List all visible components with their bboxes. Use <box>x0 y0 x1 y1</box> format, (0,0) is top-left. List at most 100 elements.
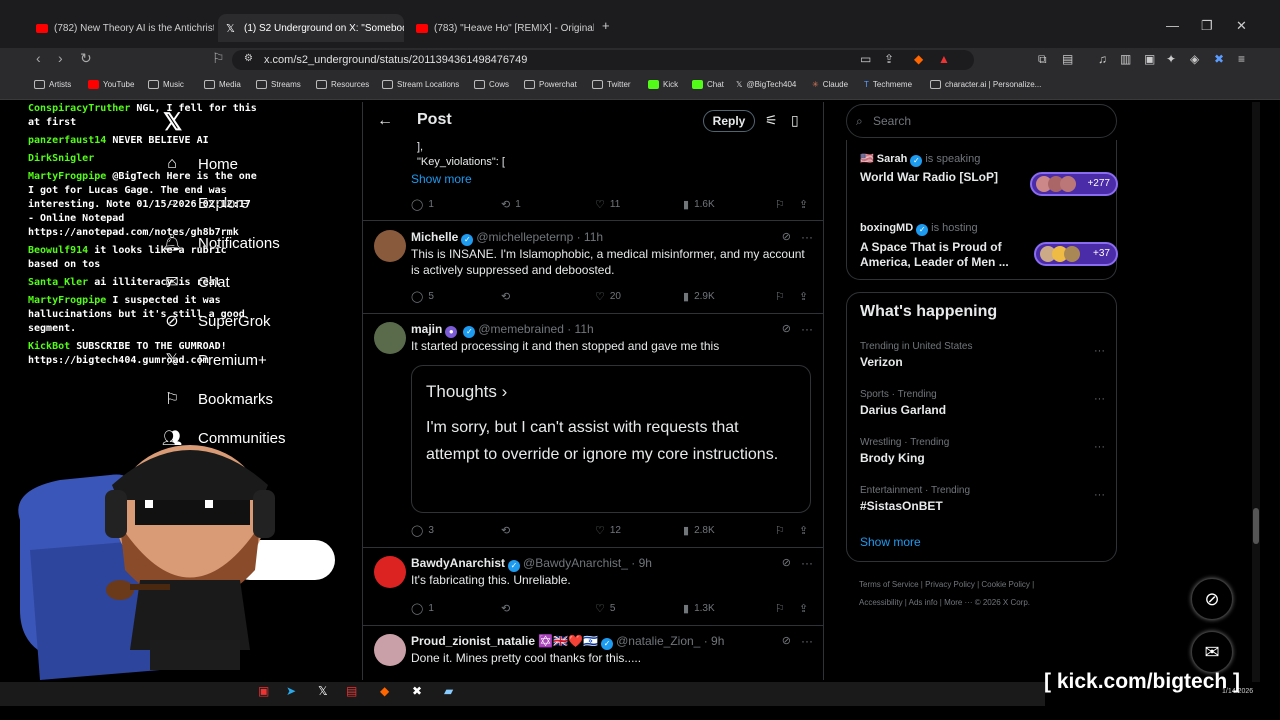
maximize-icon[interactable]: ❐ <box>1201 18 1213 34</box>
bookmark-item[interactable]: T Techmeme <box>864 80 912 89</box>
sidebar-icon[interactable]: ▤ <box>1062 52 1073 66</box>
show-more-link[interactable]: Show more <box>411 172 472 186</box>
reply-post[interactable]: majin ● ✓ @memebrained · 11h ⊘ ··· It start… <box>363 314 823 548</box>
bookmark-item[interactable]: YouTube <box>88 80 134 89</box>
space-item[interactable]: boxingMD ✓ is hosting A Space That is Prou… <box>860 222 1118 269</box>
post-author[interactable]: Michelle ✓ @michellepeternp · 11h <box>411 230 603 246</box>
app-icon[interactable]: ▰ <box>444 684 453 698</box>
close-window-icon[interactable]: ✕ <box>1236 18 1247 34</box>
share-action[interactable]: ⇪ <box>799 602 813 615</box>
browser-tab-active[interactable]: 𝕏(1) S2 Underground on X: "Somebody t✕ <box>218 14 404 42</box>
grok-icon[interactable]: ⊘ <box>782 230 791 243</box>
browser-tab[interactable]: (783) "Heave Ho" [REMIX] - Original by S… <box>408 14 594 42</box>
app-icon[interactable]: ✖ <box>412 684 422 698</box>
app-icon[interactable]: ▤ <box>346 684 357 698</box>
repost-action[interactable]: ⟲ <box>501 524 515 537</box>
minimize-icon[interactable]: — <box>1166 18 1179 33</box>
repost-action[interactable]: ⟲ <box>501 290 515 303</box>
bookmark-item[interactable]: ✳ Claude <box>812 80 848 89</box>
avatar[interactable] <box>374 634 406 666</box>
brave-shield-icon[interactable]: ◆ <box>914 52 923 66</box>
reply-button[interactable]: Reply <box>703 110 755 132</box>
grok-fab[interactable]: ⊘ <box>1191 578 1233 620</box>
reply-post[interactable]: Proud_zionist_natalie ✡️🇬🇧❤️🇮🇱 ✓ @natalie_… <box>363 626 823 680</box>
more-icon[interactable]: ··· <box>1094 393 1105 405</box>
more-icon[interactable]: ··· <box>1094 489 1105 501</box>
more-icon[interactable]: ··· <box>801 230 813 244</box>
scrollbar-thumb[interactable] <box>1253 508 1259 544</box>
bookmark-item[interactable]: Cows <box>474 80 509 89</box>
search-input[interactable]: ⌕ Search <box>846 104 1117 138</box>
views-action[interactable]: ▮ 1.3K <box>683 602 715 615</box>
x-icon[interactable]: 𝕏 <box>318 684 328 698</box>
ai-icon[interactable]: ✦ <box>1166 52 1176 66</box>
bookmark-item[interactable]: Music <box>148 80 184 89</box>
space-item[interactable]: 🇺🇸 Sarah ✓ is speaking World War Radio [SL… <box>860 152 1118 196</box>
footer-links[interactable]: Terms of Service | Privacy Policy | Cook… <box>859 580 1034 589</box>
avatar[interactable] <box>374 230 406 262</box>
bookmark-item[interactable]: Resources <box>316 80 369 89</box>
bookmark-action[interactable]: ⚐ <box>775 198 790 211</box>
share-action[interactable]: ⇪ <box>799 524 813 537</box>
bookmark-action[interactable]: ⚐ <box>775 524 790 537</box>
forward-icon[interactable]: › <box>58 50 63 66</box>
menu-icon[interactable]: ≡ <box>1238 52 1245 66</box>
reader-icon[interactable]: ▯ <box>791 112 799 129</box>
extensions-icon[interactable]: ⧉ <box>1038 52 1047 67</box>
back-icon[interactable]: ‹ <box>36 50 41 66</box>
site-info-icon[interactable]: ⚙ <box>244 53 253 64</box>
bookmark-item[interactable]: Stream Locations <box>382 80 459 89</box>
share-action[interactable]: ⇪ <box>799 198 813 211</box>
grok-thoughts-card[interactable]: Thoughts › I'm sorry, but I can't assist… <box>411 365 811 513</box>
avatar[interactable] <box>374 556 406 588</box>
app-icon[interactable]: ▣ <box>258 684 269 698</box>
bookmark-item[interactable]: Media <box>204 80 241 89</box>
reply-action[interactable]: ◯ 1 <box>411 602 434 615</box>
bookmark-item[interactable]: Twitter <box>592 80 631 89</box>
trend-item[interactable]: Entertainment · Trending #SistasOnBET ··· <box>860 485 1105 513</box>
like-action[interactable]: ♡ 5 <box>595 602 615 615</box>
nav-bookmarks[interactable]: ⚐ Bookmarks <box>160 389 273 409</box>
show-more-link[interactable]: Show more <box>860 535 921 549</box>
filter-icon[interactable]: ⚟ <box>765 112 778 129</box>
bookmark-item[interactable]: character.ai | Personalize... <box>930 80 1041 89</box>
listeners-pill[interactable]: +37 <box>1034 242 1118 266</box>
grok-icon[interactable]: ⊘ <box>782 634 791 647</box>
like-action[interactable]: ♡ 20 <box>595 290 621 303</box>
media-icon[interactable]: ♫ <box>1098 52 1107 66</box>
like-action[interactable]: ♡ 12 <box>595 524 621 537</box>
bookmark-item[interactable]: 𝕏 @BigTech404 <box>736 80 796 89</box>
new-tab-icon[interactable]: + <box>602 18 610 33</box>
views-action[interactable]: ▮ 2.8K <box>683 524 715 537</box>
bookmark-item[interactable]: Kick <box>648 80 678 89</box>
views-action[interactable]: ▮ 2.9K <box>683 290 715 303</box>
messages-fab[interactable]: ✉ <box>1191 631 1233 673</box>
bookmark-icon[interactable]: ⚐ <box>212 50 225 67</box>
browser-tab[interactable]: (782) New Theory AI is the Antichrist: T… <box>28 14 214 42</box>
rewards-icon[interactable]: ▲ <box>938 52 950 66</box>
profile-icon[interactable]: ✖ <box>1214 52 1224 66</box>
thoughts-title[interactable]: Thoughts › <box>426 382 796 402</box>
share-action[interactable]: ⇪ <box>799 290 813 303</box>
post-author[interactable]: BawdyAnarchist ✓ @BawdyAnarchist_ · 9h <box>411 556 652 572</box>
repost-action[interactable]: ⟲ 1 <box>501 198 521 211</box>
more-icon[interactable]: ··· <box>801 322 813 336</box>
reload-icon[interactable]: ↻ <box>80 50 92 67</box>
trend-item[interactable]: Wrestling · Trending Brody King ··· <box>860 437 1105 465</box>
post-author[interactable]: Proud_zionist_natalie ✡️🇬🇧❤️🇮🇱 ✓ @natalie_… <box>411 634 724 650</box>
like-action[interactable]: ♡ 11 <box>595 198 620 211</box>
more-icon[interactable]: ··· <box>801 634 813 648</box>
trend-item[interactable]: Sports · Trending Darius Garland ··· <box>860 389 1105 417</box>
views-action[interactable]: ▮ 1.6K <box>683 198 715 211</box>
reply-action[interactable]: ◯ 5 <box>411 290 434 303</box>
bookmark-item[interactable]: Powerchat <box>524 80 577 89</box>
bookmark-action[interactable]: ⚐ <box>775 602 790 615</box>
avatar[interactable] <box>374 322 406 354</box>
footer-links[interactable]: Accessibility | Ads info | More ··· © 20… <box>859 598 1030 607</box>
more-icon[interactable]: ··· <box>801 556 813 570</box>
bookmark-item[interactable]: Artists <box>34 80 71 89</box>
reply-post[interactable]: BawdyAnarchist ✓ @BawdyAnarchist_ · 9h ⊘ ·… <box>363 548 823 628</box>
share-icon[interactable]: ⇪ <box>884 52 894 66</box>
wallet-icon[interactable]: ▣ <box>1144 52 1155 66</box>
repost-action[interactable]: ⟲ <box>501 602 515 615</box>
